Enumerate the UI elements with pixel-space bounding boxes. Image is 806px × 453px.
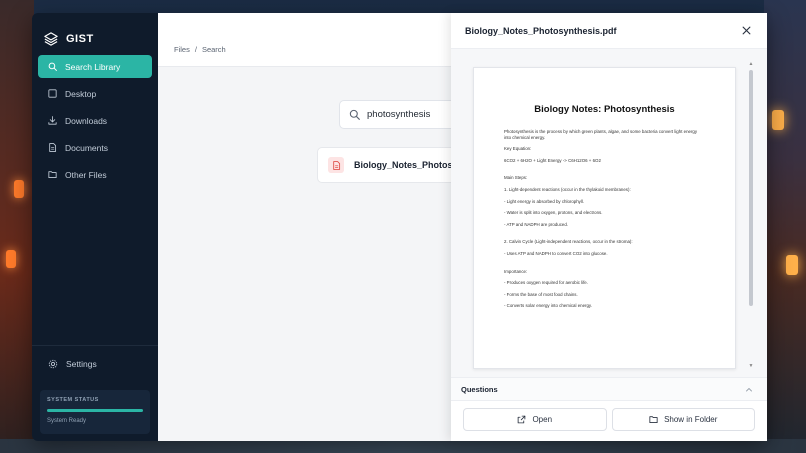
breadcrumb-separator: /: [194, 45, 197, 54]
show-in-folder-button[interactable]: Show in Folder: [611, 408, 755, 431]
breadcrumb: Files / Search: [174, 45, 226, 54]
status-progress-bar: [47, 409, 143, 412]
sidebar-item-label: Desktop: [65, 88, 97, 99]
background-bottom: [0, 439, 806, 453]
sidebar: GIST Search Library Desktop Downloads Do…: [32, 13, 158, 441]
questions-label: Questions: [461, 384, 498, 394]
sidebar-item-other-files[interactable]: Other Files: [38, 163, 152, 186]
document-body: Photosynthesis is the process by which g…: [504, 129, 705, 309]
document-line: - Converts solar energy into chemical en…: [504, 303, 593, 309]
sidebar-divider: [32, 345, 158, 346]
scroll-up-arrow-icon[interactable]: ▲: [748, 61, 754, 67]
preview-title: Biology_Notes_Photosynthesis.pdf: [465, 25, 617, 36]
lantern-decoration: [6, 250, 16, 268]
status-text: System Ready: [47, 418, 87, 424]
close-button[interactable]: [739, 23, 753, 37]
app-name: GIST: [66, 32, 94, 45]
document-line: Photosynthesis is the process by which g…: [504, 129, 698, 134]
folder-icon: [48, 171, 57, 179]
open-button[interactable]: Open: [463, 408, 607, 431]
layers-icon: [44, 31, 58, 46]
sidebar-item-label: Other Files: [65, 169, 107, 180]
scroll-down-arrow-icon[interactable]: ▼: [748, 363, 754, 369]
search-icon: [48, 62, 57, 71]
lantern-decoration: [772, 110, 784, 130]
preview-header: Biology_Notes_Photosynthesis.pdf: [451, 13, 767, 49]
folder-icon: [649, 416, 658, 424]
document-heading: Biology Notes: Photosynthesis: [534, 104, 675, 115]
sidebar-item-label: Documents: [65, 142, 108, 153]
download-icon: [48, 116, 57, 125]
breadcrumb-current: Search: [201, 45, 226, 54]
sidebar-item-settings[interactable]: Settings: [38, 353, 152, 375]
pdf-viewer[interactable]: Biology Notes: Photosynthesis Photosynth…: [451, 49, 767, 377]
pdf-file-icon: [328, 157, 344, 173]
sidebar-nav: Search Library Desktop Downloads Documen…: [32, 55, 158, 186]
chevron-up-icon: [746, 388, 752, 392]
settings-label: Settings: [66, 359, 97, 369]
system-status-panel: SYSTEM STATUS System Ready: [40, 390, 150, 434]
sidebar-item-label: Search Library: [65, 61, 121, 72]
sidebar-item-desktop[interactable]: Desktop: [38, 82, 152, 105]
background-left: [0, 0, 34, 453]
lantern-decoration: [786, 255, 798, 275]
sidebar-item-search-library[interactable]: Search Library: [38, 55, 152, 78]
sidebar-item-documents[interactable]: Documents: [38, 136, 152, 159]
open-label: Open: [532, 415, 553, 424]
preview-panel: Biology_Notes_Photosynthesis.pdf Biology…: [451, 13, 767, 441]
gear-icon: [48, 359, 58, 369]
questions-section-header[interactable]: Questions: [451, 377, 767, 401]
status-title: SYSTEM STATUS: [47, 397, 99, 403]
show-in-folder-label: Show in Folder: [664, 415, 718, 424]
app-logo: GIST: [32, 13, 158, 53]
external-link-icon: [518, 415, 526, 424]
close-icon: [742, 26, 750, 34]
desktop-icon: [48, 89, 57, 98]
background-right: [764, 0, 806, 453]
preview-actions: Open Show in Folder: [451, 401, 767, 438]
document-icon: [332, 160, 340, 170]
lantern-decoration: [14, 180, 24, 198]
document-icon: [49, 143, 57, 152]
sidebar-item-label: Downloads: [65, 115, 108, 126]
breadcrumb-root[interactable]: Files: [174, 45, 190, 54]
scrollbar[interactable]: ▲ ▼: [748, 61, 754, 369]
pdf-page: Biology Notes: Photosynthesis Photosynth…: [473, 67, 736, 369]
scrollbar-thumb[interactable]: [749, 70, 753, 306]
status-progress-fill: [47, 409, 143, 412]
sidebar-item-downloads[interactable]: Downloads: [38, 109, 152, 132]
search-icon: [349, 109, 360, 120]
